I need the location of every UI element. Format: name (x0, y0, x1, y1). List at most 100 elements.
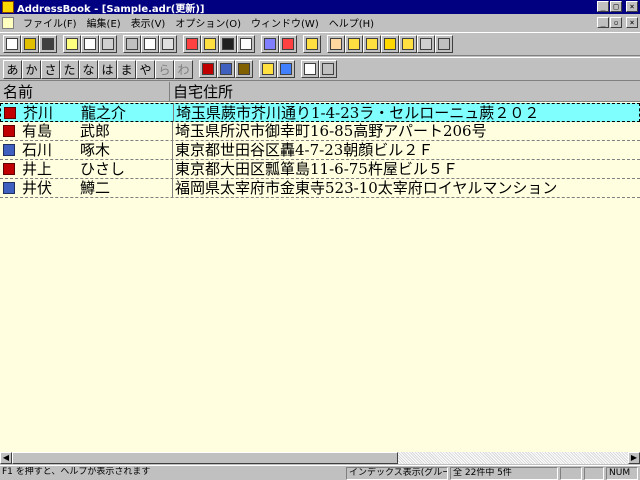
doc-close-button[interactable]: × (626, 17, 638, 28)
edit-card-icon (66, 38, 78, 50)
kana-index-ka[interactable]: か (22, 59, 41, 79)
paste-icon (162, 38, 174, 50)
mail-icon (3, 163, 15, 175)
undo-icon (126, 38, 138, 50)
sort-asc-button[interactable] (261, 35, 279, 53)
menu-view[interactable]: 表示(V) (126, 15, 171, 30)
kana-index-ma[interactable]: ま (117, 59, 136, 79)
column-header-name[interactable]: 名前 (0, 82, 170, 102)
kana-index-a[interactable]: あ (3, 59, 22, 79)
app-icon[interactable] (2, 1, 14, 13)
cell-address: 埼玉県所沢市御幸町16-85高野アパート206号 (172, 122, 640, 140)
properties-icon (240, 38, 252, 50)
mail-icon (4, 107, 16, 119)
list-rows: 芥川 龍之介 埼玉県蕨市芥川通り1-4-23ラ・セルローニュ蕨２０２ 有島 武郎 埼玉県所… (0, 103, 640, 198)
open-button[interactable] (21, 35, 39, 53)
table-row[interactable]: 芥川 龍之介 埼玉県蕨市芥川通り1-4-23ラ・セルローニュ蕨２０２ (0, 103, 640, 122)
copy-icon (144, 38, 156, 50)
menu-file[interactable]: ファイル(F) (18, 15, 82, 30)
kana-index-ta[interactable]: た (60, 59, 79, 79)
fax-view-button[interactable] (217, 60, 235, 78)
search-person-button[interactable] (219, 35, 237, 53)
kana-index-sa[interactable]: さ (41, 59, 60, 79)
printer-icon (102, 38, 114, 50)
kana-index-ra[interactable]: ら (155, 59, 174, 79)
cell-name: 井伏 鱒二 (22, 179, 170, 197)
scroll-left-button[interactable]: ◀ (0, 452, 12, 464)
menu-options[interactable]: オプション(O) (170, 15, 246, 30)
kana-index-ha[interactable]: は (98, 59, 117, 79)
kana-index-wa[interactable]: わ (174, 59, 193, 79)
group-button-5[interactable] (417, 35, 435, 53)
kana-index-ya[interactable]: や (136, 59, 155, 79)
table-row[interactable]: 井上 ひさし 東京都大田区瓢箪島11-6-75杵屋ビル５Ｆ (0, 160, 640, 179)
print-button[interactable] (99, 35, 117, 53)
maximize-button[interactable]: □ (610, 1, 622, 12)
doc-restore-button[interactable]: ▫ (610, 17, 622, 28)
folder-icon (24, 38, 36, 50)
mail-icon (3, 125, 15, 137)
address-list[interactable]: 名前 自宅住所 芥川 龍之介 埼玉県蕨市芥川通り1-4-23ラ・セルローニュ蕨２０２… (0, 82, 640, 452)
group-button-3[interactable] (381, 35, 399, 53)
find-button[interactable] (277, 60, 295, 78)
column-header-address[interactable]: 自宅住所 (170, 82, 640, 102)
add-person-button[interactable] (183, 35, 201, 53)
label-button[interactable] (303, 35, 321, 53)
group-button-2[interactable] (363, 35, 381, 53)
cell-address: 東京都世田谷区轟4-7-23朝顔ビル２Ｆ (172, 141, 640, 159)
document-icon[interactable] (2, 16, 14, 29)
scroll-right-button[interactable]: ▶ (628, 452, 640, 464)
scroll-track[interactable] (398, 452, 628, 464)
user-button[interactable] (327, 35, 345, 53)
surname: 井伏 (22, 179, 53, 197)
menu-bar: ファイル(F) 編集(E) 表示(V) オプション(O) ウィンドウ(W) ヘル… (0, 14, 640, 31)
table-row[interactable]: 井伏 鱒二 福岡県太宰府市金東寺523-10太宰府ロイヤルマンション (0, 179, 640, 198)
group-button-4[interactable] (399, 35, 417, 53)
copy-button[interactable] (141, 35, 159, 53)
print-preview-button[interactable] (81, 35, 99, 53)
sort-asc-icon (264, 38, 276, 50)
home-icon (262, 63, 274, 75)
mail-view-button[interactable] (199, 60, 217, 78)
doc-minimize-button[interactable]: _ (597, 17, 609, 28)
table-row[interactable]: 石川 啄木 東京都世田谷区轟4-7-23朝顔ビル２Ｆ (0, 141, 640, 160)
group-button-1[interactable] (345, 35, 363, 53)
properties-button[interactable] (237, 35, 255, 53)
surname: 有島 (22, 122, 53, 140)
person-add-icon (186, 38, 198, 50)
home-view-button[interactable] (259, 60, 277, 78)
surname: 芥川 (23, 104, 54, 122)
menu-help[interactable]: ヘルプ(H) (324, 15, 379, 30)
window-controls: _ □ × (596, 1, 638, 12)
group-icon (384, 38, 396, 50)
kana-index-na[interactable]: な (79, 59, 98, 79)
menu-edit[interactable]: 編集(E) (82, 15, 126, 30)
status-record-count: 全 22件中 5件 (450, 467, 558, 480)
paste-button[interactable] (159, 35, 177, 53)
index-toolbar: あ か さ た な は ま や ら わ (0, 57, 640, 81)
status-bar: F1 を押すと、ヘルプが表示されます インデックス表示(グループ) 全 22件中… (0, 465, 640, 480)
person-search-icon (222, 38, 234, 50)
mail-fax-view-button[interactable] (235, 60, 253, 78)
row-height-button[interactable] (319, 60, 337, 78)
table-row[interactable]: 有島 武郎 埼玉県所沢市御幸町16-85高野アパート206号 (0, 122, 640, 141)
delete-person-button[interactable] (201, 35, 219, 53)
group-button-6[interactable] (435, 35, 453, 53)
scroll-thumb[interactable] (12, 452, 398, 464)
title-bar[interactable]: AddressBook - [Sample.adr(更新)] _ □ × (0, 0, 640, 15)
horizontal-scrollbar[interactable]: ◀ ▶ (0, 452, 640, 464)
column-width-button[interactable] (301, 60, 319, 78)
given-name: 武郎 (80, 122, 111, 140)
minimize-button[interactable]: _ (597, 1, 609, 12)
given-name: ひさし (80, 160, 126, 178)
fax-icon (220, 63, 232, 75)
edit-card-button[interactable] (63, 35, 81, 53)
menu-window[interactable]: ウィンドウ(W) (246, 15, 324, 30)
sort-desc-button[interactable] (279, 35, 297, 53)
new-button[interactable] (3, 35, 21, 53)
save-button[interactable] (39, 35, 57, 53)
undo-button[interactable] (123, 35, 141, 53)
cell-name: 芥川 龍之介 (23, 104, 171, 122)
close-button[interactable]: × (626, 1, 638, 12)
given-name: 啄木 (80, 141, 111, 159)
